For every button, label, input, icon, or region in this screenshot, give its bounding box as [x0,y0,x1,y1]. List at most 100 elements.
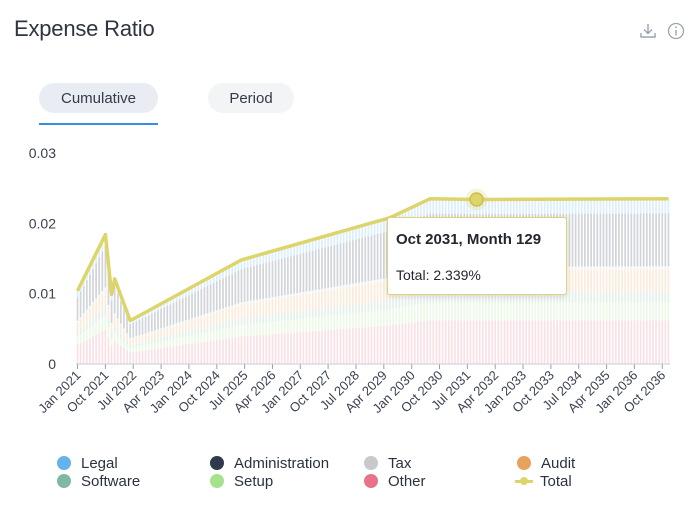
bar-segment-administration [608,213,611,267]
bar-segment-setup [345,313,348,329]
bar-segment-setup [447,302,450,321]
bar-segment-other [231,337,234,364]
bar-segment-administration [222,278,224,309]
bar-segment-tax [364,281,367,285]
bar-segment-setup [636,302,639,321]
bar-segment-legal [497,199,500,215]
bar-segment-audit [283,297,286,313]
y-tick-label: 0 [48,356,56,372]
bar-segment-setup [494,302,497,321]
bar-segment-administration [271,261,274,298]
legend-item-audit[interactable]: Audit [517,454,575,472]
bar-segment-setup [559,302,562,321]
bar-segment-setup [667,302,670,321]
bar-segment-audit [370,283,373,303]
legend-item-tax[interactable]: Tax [364,454,411,472]
bar-segment-software [277,313,280,322]
bar-segment-legal [550,199,552,214]
bar-segment-legal [543,199,546,214]
bar-segment-software [283,312,286,321]
bar-segment-audit [621,269,623,292]
bar-segment-software [154,339,156,343]
bar-segment-other [200,342,203,364]
bar-segment-setup [481,302,484,321]
bar-segment-administration [200,289,203,316]
bar-segment-software [107,320,110,327]
bar-segment-software [246,317,249,325]
x-axis: Jan 2021Oct 2021Jul 2022Apr 2023Jan 2024… [35,363,670,416]
bar-segment-tax [175,323,178,325]
bar-segment-legal [645,198,648,214]
legend-item-software[interactable]: Software [57,472,140,490]
bar-segment-software [82,326,85,332]
legend-item-setup[interactable]: Setup [210,472,273,490]
bar-segment-tax [126,333,128,335]
bar-segment-other [447,320,450,364]
bar-segment-administration [132,323,135,338]
bar-segment-audit [311,293,314,310]
bar-segment-administration [120,301,122,324]
bar-segment-audit [104,290,107,308]
legend-item-total[interactable]: Total [515,472,572,490]
bar-segment-administration [212,283,215,312]
bar-segment-setup [336,314,339,330]
legend-item-administration[interactable]: Administration [210,454,329,472]
bar-segment-tax [379,279,382,283]
bar-segment-audit [225,309,227,323]
bar-segment-other [392,325,394,364]
bar-segment-tax [630,266,633,270]
bar-segment-software [113,326,116,333]
bar-segment-legal [559,199,562,214]
bar-segment-software [627,291,630,303]
bar-segment-audit [181,322,184,333]
legend-item-other[interactable]: Other [364,472,426,490]
bar-segment-tax [197,316,200,319]
bar-segment-software [361,303,364,313]
bar-segment-administration [240,269,243,303]
bar-segment-audit [305,294,308,311]
bar-segment-audit [649,269,651,292]
bar-segment-setup [277,321,280,334]
bar-segment-administration [568,213,571,267]
bar-segment-other [596,320,599,364]
bar-segment-tax [169,325,172,327]
bar-segment-administration [667,213,670,267]
bar-segment-administration [379,233,382,280]
bar-segment-software [630,291,633,303]
bar-segment-tax [587,266,589,270]
bar-segment-other [553,320,555,364]
bar-segment-legal [537,199,540,214]
bar-segment-other [138,351,141,364]
bar-segment-setup [491,302,493,321]
bar-segment-other [599,320,602,364]
bar-segment-administration [596,213,599,267]
bar-segment-audit [228,308,230,322]
bar-segment-software [296,311,299,320]
bar-segment-setup [580,302,583,321]
bar-segment-software [605,291,608,303]
bar-segment-administration [361,237,364,283]
bar-segment-other [435,320,438,364]
bar-segment-administration [175,301,178,324]
bar-segment-tax [132,337,135,339]
bar-segment-administration [116,294,119,319]
bar-segment-administration [336,244,339,287]
bar-segment-setup [658,302,661,321]
bar-segment-software [206,326,209,332]
bar-segment-other [460,320,463,364]
bar-segment-setup [92,324,94,337]
bar-segment-software [76,331,79,337]
bar-segment-audit [342,288,345,306]
legend-item-legal[interactable]: Legal [57,454,118,472]
bar-segment-administration [126,316,128,334]
bar-segment-software [389,299,391,310]
bar-segment-software [280,313,283,321]
bar-segment-other [602,320,605,364]
bar-segment-legal [447,199,450,214]
bar-segment-setup [126,344,128,351]
bar-segment-administration [290,256,292,295]
bar-segment-audit [373,283,376,302]
bar-segment-legal [457,199,459,214]
bar-segment-audit [290,296,292,313]
bar-segment-setup [401,307,404,324]
